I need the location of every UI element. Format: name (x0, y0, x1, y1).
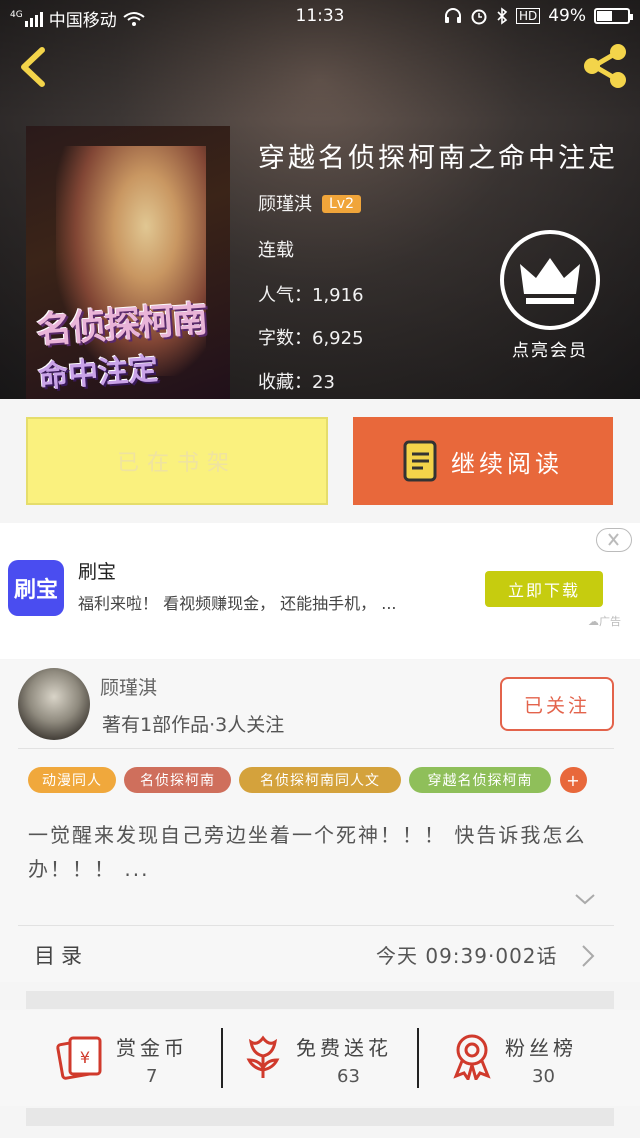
divider (417, 1028, 419, 1088)
author-card-info: 著有1部作品·3人关注 (102, 714, 285, 736)
popularity-value: 1,916 (312, 285, 364, 306)
tag-item[interactable]: 名侦探柯南 (124, 767, 231, 793)
book-title: 穿越名侦探柯南之命中注定 (258, 143, 618, 174)
follow-button[interactable]: 已关注 (500, 677, 614, 731)
fan-ranking-value: 30 (532, 1066, 555, 1087)
medal-icon[interactable] (450, 1032, 494, 1080)
author-name[interactable]: 顾瑾淇 (258, 194, 312, 215)
word-count: 字数：6,925 (258, 324, 364, 350)
add-tag-button[interactable]: + (560, 767, 587, 793)
author-card-name[interactable]: 顾瑾淇 (100, 673, 157, 700)
chevron-down-icon[interactable] (574, 892, 596, 906)
headset-icon (444, 8, 461, 23)
cloud-icon: ☁ (588, 615, 599, 628)
divider (18, 748, 614, 749)
tag-item[interactable]: 名侦探柯南同人文 (239, 767, 401, 793)
toc-title: 目录 (34, 944, 88, 968)
reward-coins-label[interactable]: 赏金币 (116, 1032, 188, 1061)
favorites: 收藏：23 (258, 368, 335, 394)
ad-close-button[interactable] (596, 528, 632, 552)
flower-icon[interactable] (243, 1034, 283, 1080)
book-cover[interactable]: 名侦探柯南 命中注定 (26, 126, 230, 399)
ad-download-button[interactable]: 立即下载 (485, 571, 603, 607)
popularity-label: 人气： (258, 285, 312, 306)
section-separator (26, 991, 614, 1009)
word-count-value: 6,925 (312, 328, 364, 349)
ad-description[interactable]: 福利来啦！ 看视频赚现金， 还能抽手机， ... (78, 590, 397, 614)
reward-coins-value: 7 (146, 1066, 158, 1087)
chevron-right-icon[interactable] (580, 944, 596, 968)
battery-icon (594, 8, 633, 24)
cover-subtitle: 命中注定 (37, 351, 160, 396)
red-envelope-icon[interactable]: ¥ (56, 1034, 104, 1080)
ad-app-name[interactable]: 刷宝 (78, 557, 116, 584)
ad-label: ☁广告 (588, 613, 621, 629)
favorites-value: 23 (312, 372, 335, 393)
tag-item[interactable]: 动漫同人 (28, 767, 116, 793)
author-avatar[interactable] (18, 668, 90, 740)
fan-ranking-label[interactable]: 粉丝榜 (505, 1032, 577, 1061)
toc-latest-chapter: 今天 09:39·002话 (376, 944, 558, 968)
battery-percent: 49% (548, 6, 586, 26)
section-separator (26, 1108, 614, 1126)
vip-label[interactable]: 点亮会员 (492, 336, 608, 361)
alarm-icon (471, 9, 487, 25)
ad-app-logo[interactable]: 刷宝 (8, 560, 64, 616)
vip-button[interactable] (500, 230, 600, 330)
author-line: 顾瑾淇 Lv2 (258, 190, 361, 216)
on-shelf-button[interactable]: 已在书架 (26, 417, 328, 505)
close-icon (608, 533, 619, 546)
popularity: 人气：1,916 (258, 281, 364, 307)
free-flowers-value: 63 (337, 1066, 360, 1087)
continue-reading-label: 继续阅读 (451, 449, 563, 478)
book-icon (403, 440, 437, 482)
ad-tag-text: 广告 (599, 615, 621, 628)
tag-item[interactable]: 穿越名侦探柯南 (409, 767, 551, 793)
status-bar: 4G 中国移动 11:33 HD 49% (0, 0, 640, 32)
serial-status: 连载 (258, 240, 294, 261)
crown-icon (520, 258, 580, 304)
favorites-label: 收藏： (258, 372, 312, 393)
continue-reading-button[interactable]: 继续阅读 (353, 417, 613, 505)
hd-indicator: HD (515, 8, 541, 24)
on-shelf-label: 已在书架 (116, 451, 237, 476)
divider (221, 1028, 223, 1088)
svg-text:¥: ¥ (80, 1048, 90, 1067)
book-description: 一觉醒来发现自己旁边坐着一个死神！！！ 快告诉我怎么办！！！ ... (28, 823, 587, 881)
share-icon[interactable] (580, 42, 630, 90)
back-icon[interactable] (16, 44, 50, 90)
level-badge: Lv2 (322, 195, 361, 213)
word-count-label: 字数： (258, 328, 312, 349)
bluetooth-icon (497, 7, 508, 25)
free-flowers-label[interactable]: 免费送花 (296, 1032, 392, 1061)
